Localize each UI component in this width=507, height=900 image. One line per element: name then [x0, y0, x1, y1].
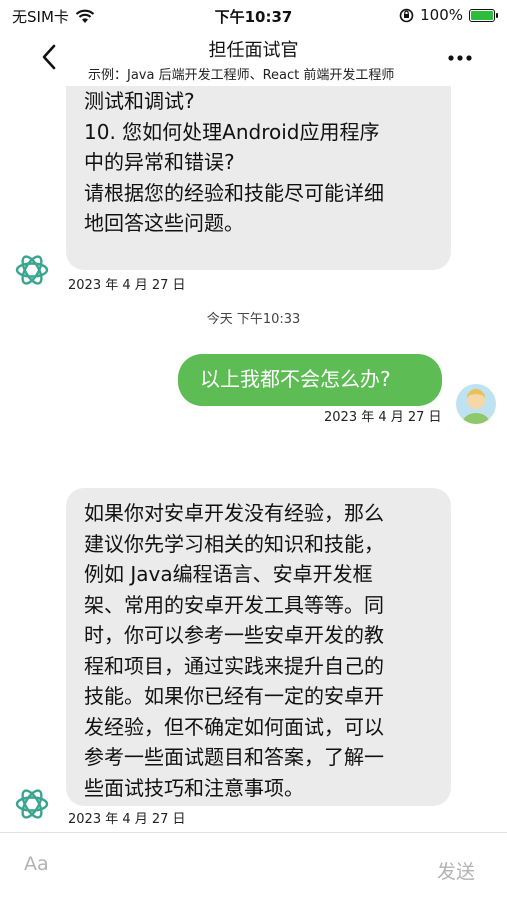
- message-input-bar: Aa 发送: [0, 832, 507, 900]
- ai-message-bubble: 测试和调试? 10. 您如何处理Android应用程序 中的异常和错误? 请根据…: [66, 86, 451, 270]
- time-divider: 今天 下午10:33: [206, 312, 301, 327]
- message-line: 些面试技巧和注意事项。: [84, 775, 304, 800]
- message-timestamp: 2023 年 4 月 27 日: [324, 410, 442, 425]
- status-bar: 无SIM卡 下午10:37 100%: [0, 0, 507, 30]
- chat-subtitle: 示例：Java 后端开发工程师、React 前端开发工程师: [88, 68, 395, 83]
- message-timestamp: 2023 年 4 月 27 日: [68, 812, 186, 827]
- message-line: 参考一些面试题目和答案，了解一: [84, 745, 384, 769]
- more-options-icon[interactable]: [445, 46, 475, 70]
- orientation-lock-icon: [399, 8, 414, 22]
- ai-logo-avatar: [15, 789, 49, 819]
- ai-message-bubble: 如果你对安卓开发没有经验，那么 建议你先学习相关的知识和技能， 例如 Java编…: [66, 488, 451, 806]
- message-line: 请根据您的经验和技能尽可能详细: [84, 180, 384, 205]
- message-line: 10. 您如何处理Android应用程序: [84, 119, 380, 144]
- message-line: 架、常用的安卓开发工具等等。同: [84, 592, 384, 617]
- message-line: 技能。如果你已经有一定的安卓开: [84, 684, 384, 708]
- user-avatar: [456, 384, 496, 424]
- message-input[interactable]: Aa: [24, 853, 49, 875]
- message-text: 以上我都不会怎么办?: [200, 367, 391, 391]
- message-line: 建议你先学习相关的知识和技能，: [84, 531, 384, 556]
- message-timestamp: 2023 年 4 月 27 日: [68, 278, 186, 293]
- chat-title: 担任面试官: [208, 40, 299, 61]
- message-line: 如果你对安卓开发没有经验，那么: [84, 501, 384, 525]
- battery-icon: [469, 8, 498, 22]
- user-message-bubble: 以上我都不会怎么办?: [178, 354, 442, 406]
- battery-level: [471, 10, 493, 20]
- user-avatar-icon: [462, 389, 490, 424]
- message-line: 测试和调试?: [84, 89, 195, 113]
- ai-logo-avatar: [15, 255, 49, 285]
- nav-bar: 担任面试官 示例：Java 后端开发工程师、React 前端开发工程师: [0, 30, 507, 86]
- message-line: 时，你可以参考一些安卓开发的教: [84, 623, 384, 647]
- battery-percent: 100%: [420, 6, 463, 24]
- message-line: 程和项目，通过实践来提升自己的: [84, 653, 384, 678]
- message-line: 例如 Java编程语言、安卓开发框: [84, 562, 373, 586]
- chat-area[interactable]: 测试和调试? 10. 您如何处理Android应用程序 中的异常和错误? 请根据…: [0, 86, 507, 832]
- message-line: 中的异常和错误?: [84, 150, 235, 174]
- send-button[interactable]: 发送: [437, 857, 475, 884]
- message-line: 地回答这些问题。: [84, 211, 244, 235]
- message-line: 发经验，但不确定如何面试，可以: [84, 714, 384, 739]
